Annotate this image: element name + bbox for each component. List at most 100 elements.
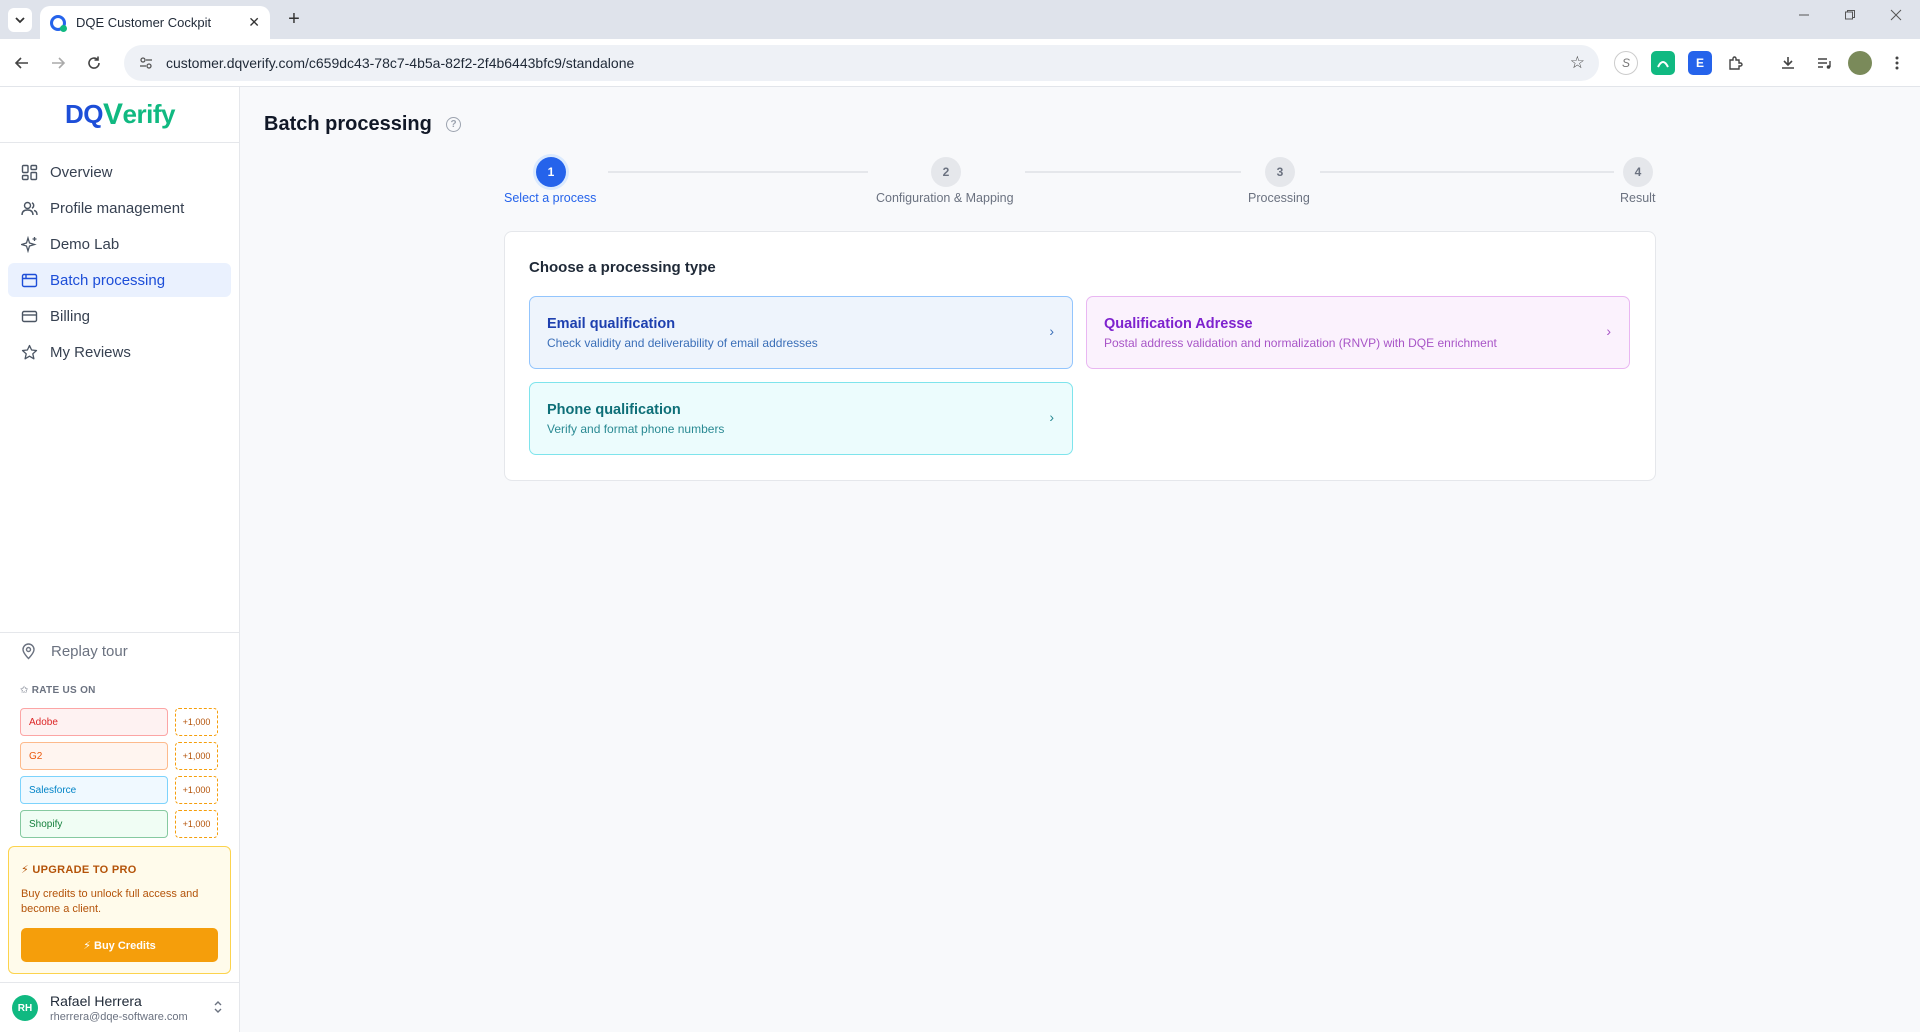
upgrade-panel: ⚡ UPGRADE TO PRO Buy credits to unlock f… xyxy=(8,846,231,974)
option-title: Email qualification xyxy=(547,316,676,332)
sidebar-item-label: My Reviews xyxy=(50,343,131,361)
back-arrow-icon[interactable] xyxy=(10,51,34,75)
user-email: rherrera@dqe-software.com xyxy=(50,1011,188,1023)
rate-points-badge: +1,000 xyxy=(175,708,218,736)
option-description: Postal address validation and normalizat… xyxy=(1104,336,1497,350)
chevron-right-icon: › xyxy=(1049,409,1054,425)
step-3-label: Processing xyxy=(1248,191,1310,205)
user-menu[interactable]: RH Rafael Herrera rherrera@dqe-software.… xyxy=(0,982,240,1032)
rate-salesforce-button[interactable]: Salesforce xyxy=(20,776,168,804)
extension-s-icon[interactable]: S xyxy=(1614,51,1638,75)
step-4-circle: 4 xyxy=(1623,157,1653,187)
grid-icon xyxy=(20,163,38,181)
reload-icon[interactable] xyxy=(82,51,106,75)
tab-search-chevron-icon[interactable] xyxy=(8,8,32,32)
avatar: RH xyxy=(12,995,38,1021)
sidebar-item-demo-lab[interactable]: Demo Lab xyxy=(8,227,231,261)
step-1-circle: 1 xyxy=(536,157,566,187)
profile-avatar-icon[interactable] xyxy=(1848,51,1872,75)
sidebar-item-batch-processing[interactable]: Batch processing xyxy=(8,263,231,297)
sparkle-icon xyxy=(20,235,38,253)
users-icon xyxy=(20,199,38,217)
new-tab-button[interactable]: + xyxy=(282,8,306,32)
page-title: Batch processing xyxy=(264,113,432,135)
email-qualification-option[interactable]: Email qualification Check validity and d… xyxy=(529,296,1073,369)
extension-green-icon[interactable] xyxy=(1651,51,1675,75)
logo-v: V xyxy=(103,97,123,131)
chevron-up-down-icon xyxy=(213,1000,223,1015)
processing-type-card: Choose a processing type Email qualifica… xyxy=(504,231,1656,481)
step-2-label: Configuration & Mapping xyxy=(876,191,1014,205)
sidebar-bottom: Replay tour ✩ RATE US ON Adobe +1,000 G2… xyxy=(0,632,240,838)
address-qualification-option[interactable]: Qualification Adresse Postal address val… xyxy=(1086,296,1630,369)
option-description: Verify and format phone numbers xyxy=(547,422,725,436)
address-bar[interactable]: customer.dqverify.com/c659dc43-78c7-4b5a… xyxy=(124,45,1599,81)
rate-us-heading: ✩ RATE US ON xyxy=(20,685,96,696)
star-icon xyxy=(20,343,38,361)
step-2-circle: 2 xyxy=(931,157,961,187)
media-queue-icon[interactable] xyxy=(1812,51,1836,75)
browser-tab[interactable]: DQE Customer Cockpit ✕ xyxy=(40,6,270,39)
step-4-label: Result xyxy=(1620,191,1656,205)
sidebar-item-label: Demo Lab xyxy=(50,235,120,253)
replay-tour-link[interactable]: Replay tour xyxy=(20,643,128,660)
dqverify-logo[interactable]: DQ Verify xyxy=(0,87,240,143)
site-settings-icon[interactable] xyxy=(138,55,154,71)
kebab-menu-icon[interactable] xyxy=(1885,51,1909,75)
tab-close-icon[interactable]: ✕ xyxy=(248,14,260,31)
step-connector xyxy=(1025,171,1241,173)
sidebar-item-profile-management[interactable]: Profile management xyxy=(8,191,231,225)
rate-points-badge: +1,000 xyxy=(175,810,218,838)
step-connector xyxy=(608,171,868,173)
favicon-icon xyxy=(50,14,67,32)
bookmark-star-icon[interactable]: ☆ xyxy=(1570,53,1585,73)
download-icon[interactable] xyxy=(1776,51,1800,75)
buy-credits-button[interactable]: ⚡ Buy Credits xyxy=(21,928,218,962)
extensions-puzzle-icon[interactable] xyxy=(1723,51,1747,75)
user-name: Rafael Herrera xyxy=(50,993,142,1009)
step-connector xyxy=(1320,171,1614,173)
extension-e-icon[interactable]: E xyxy=(1688,51,1712,75)
rate-g2-button[interactable]: G2 xyxy=(20,742,168,770)
option-description: Check validity and deliverability of ema… xyxy=(547,336,818,350)
browser-toolbar: customer.dqverify.com/c659dc43-78c7-4b5a… xyxy=(0,39,1920,87)
replay-tour-label: Replay tour xyxy=(51,643,128,660)
restore-icon[interactable] xyxy=(1835,8,1865,30)
step-3-circle: 3 xyxy=(1265,157,1295,187)
sidebar-item-label: Profile management xyxy=(50,199,185,217)
upgrade-description: Buy credits to unlock full access and be… xyxy=(21,888,199,915)
option-title: Qualification Adresse xyxy=(1104,316,1253,332)
location-pin-icon xyxy=(22,643,35,660)
option-title: Phone qualification xyxy=(547,402,681,418)
rate-row-salesforce: Salesforce +1,000 xyxy=(20,776,219,804)
rate-shopify-button[interactable]: Shopify xyxy=(20,810,168,838)
logo-rest: erify xyxy=(122,99,176,129)
sidebar-item-my-reviews[interactable]: My Reviews xyxy=(8,335,231,369)
rate-row-shopify: Shopify +1,000 xyxy=(20,810,219,838)
minimize-icon[interactable] xyxy=(1789,8,1819,30)
sidebar-item-label: Overview xyxy=(50,163,113,181)
forward-arrow-icon[interactable] xyxy=(46,51,70,75)
step-1-label: Select a process xyxy=(504,191,597,205)
sidebar-item-overview[interactable]: Overview xyxy=(8,155,231,189)
upgrade-title: ⚡ UPGRADE TO PRO xyxy=(21,864,137,876)
logo-dq: DQ xyxy=(65,99,104,129)
rate-row-adobe: Adobe +1,000 xyxy=(20,708,219,736)
sidebar-item-billing[interactable]: Billing xyxy=(8,299,231,333)
sidebar-nav: Overview Profile management Demo Lab Bat… xyxy=(8,155,231,371)
card-title: Choose a processing type xyxy=(529,259,716,276)
phone-qualification-option[interactable]: Phone qualification Verify and format ph… xyxy=(529,382,1073,455)
sidebar-item-label: Billing xyxy=(50,307,91,325)
browser-tab-bar: DQE Customer Cockpit ✕ + xyxy=(0,0,1920,39)
help-icon[interactable]: ? xyxy=(446,117,461,132)
chevron-right-icon: › xyxy=(1606,323,1611,339)
card-icon xyxy=(20,307,38,325)
rate-adobe-button[interactable]: Adobe xyxy=(20,708,168,736)
sidebar-item-label: Batch processing xyxy=(50,271,166,289)
sidebar: DQ Verify Overview Profile management Dem… xyxy=(0,87,240,1032)
chevron-right-icon: › xyxy=(1049,323,1054,339)
close-window-icon[interactable] xyxy=(1881,8,1911,30)
rate-points-badge: +1,000 xyxy=(175,776,218,804)
tab-title: DQE Customer Cockpit xyxy=(76,15,212,30)
rate-row-g2: G2 +1,000 xyxy=(20,742,219,770)
